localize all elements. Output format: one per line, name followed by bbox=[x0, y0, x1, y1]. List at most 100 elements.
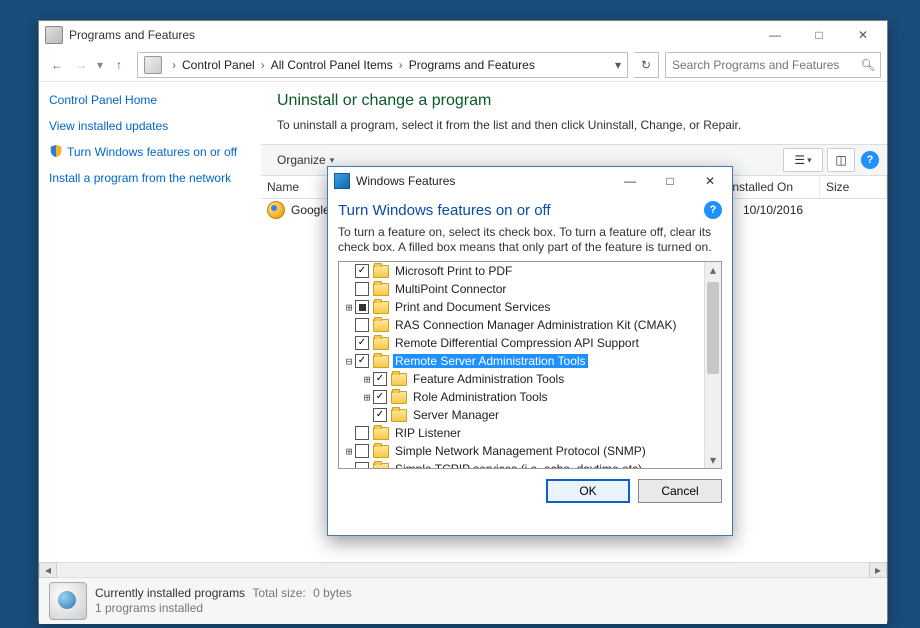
folder-icon bbox=[373, 265, 389, 278]
expand-icon[interactable]: ⊞ bbox=[343, 301, 355, 314]
feature-label: Simple Network Management Protocol (SNMP… bbox=[393, 444, 648, 458]
feature-node[interactable]: ⊞ Feature Administration Tools bbox=[339, 370, 705, 388]
scroll-up-icon[interactable]: ▴ bbox=[705, 262, 721, 278]
feature-label: RIP Listener bbox=[393, 426, 463, 440]
status-total-size-value: 0 bytes bbox=[313, 586, 352, 600]
wf-heading: Turn Windows features on or off bbox=[338, 202, 551, 219]
chevron-right-icon: › bbox=[172, 58, 176, 72]
feature-checkbox[interactable] bbox=[355, 426, 369, 440]
feature-checkbox[interactable] bbox=[355, 354, 369, 368]
column-installed-on[interactable]: Installed On bbox=[723, 176, 820, 198]
close-button[interactable]: ✕ bbox=[841, 21, 885, 49]
feature-node[interactable]: Remote Differential Compression API Supp… bbox=[339, 334, 705, 352]
feature-node[interactable]: Server Manager bbox=[339, 406, 705, 424]
status-bar-icon bbox=[49, 582, 87, 620]
chevron-down-icon: ▾ bbox=[330, 155, 335, 166]
program-installed-on: 10/10/2016 bbox=[743, 203, 827, 217]
feature-node[interactable]: ⊞ Print and Document Services bbox=[339, 298, 705, 316]
maximize-button[interactable]: □ bbox=[797, 21, 841, 49]
feature-checkbox[interactable] bbox=[355, 300, 369, 314]
feature-checkbox[interactable] bbox=[355, 462, 369, 468]
breadcrumb-dropdown-icon[interactable]: ▾ bbox=[615, 58, 621, 72]
chevron-down-icon: ▾ bbox=[807, 155, 812, 166]
feature-node[interactable]: ⊞ Simple Network Management Protocol (SNM… bbox=[339, 442, 705, 460]
expand-icon[interactable]: ⊞ bbox=[361, 391, 373, 404]
sidebar-turn-windows-features[interactable]: Turn Windows features on or off bbox=[67, 144, 237, 160]
search-box[interactable]: 🔍︎ bbox=[665, 52, 881, 78]
breadcrumb-item[interactable]: Programs and Features bbox=[409, 58, 535, 72]
breadcrumb-item[interactable]: Control Panel bbox=[182, 58, 255, 72]
ok-button[interactable]: OK bbox=[546, 479, 630, 503]
feature-label: Remote Differential Compression API Supp… bbox=[393, 336, 641, 350]
column-size[interactable]: Size bbox=[820, 176, 887, 198]
up-button[interactable]: ↑ bbox=[107, 53, 131, 77]
feature-node[interactable]: RIP Listener bbox=[339, 424, 705, 442]
refresh-button[interactable]: ↻ bbox=[634, 52, 659, 78]
folder-icon bbox=[373, 445, 389, 458]
feature-label: Simple TCPIP services (i.e. echo, daytim… bbox=[393, 462, 644, 468]
breadcrumb-icon bbox=[144, 56, 162, 74]
view-options-button[interactable]: ☰ ▾ bbox=[783, 148, 823, 172]
feature-label: Microsoft Print to PDF bbox=[393, 264, 514, 278]
help-icon[interactable]: ? bbox=[861, 151, 879, 169]
chrome-icon bbox=[267, 201, 285, 219]
minimize-button[interactable]: — bbox=[753, 21, 797, 49]
tree-scrollbar[interactable]: ▴ ▾ bbox=[704, 262, 721, 468]
feature-node[interactable]: Simple TCPIP services (i.e. echo, daytim… bbox=[339, 460, 705, 468]
feature-checkbox[interactable] bbox=[373, 390, 387, 404]
wf-maximize-button[interactable]: □ bbox=[650, 168, 690, 194]
sidebar-control-panel-home[interactable]: Control Panel Home bbox=[49, 92, 249, 108]
pf-titlebar[interactable]: Programs and Features — □ ✕ bbox=[39, 21, 887, 49]
folder-icon bbox=[373, 427, 389, 440]
recent-locations-button[interactable]: ▾ bbox=[93, 53, 107, 77]
wf-description: To turn a feature on, select its check b… bbox=[338, 225, 722, 255]
feature-checkbox[interactable] bbox=[373, 372, 387, 386]
scroll-left-icon[interactable]: ◂ bbox=[39, 562, 57, 578]
status-bar: Currently installed programs Total size:… bbox=[39, 577, 887, 624]
feature-checkbox[interactable] bbox=[355, 282, 369, 296]
forward-button[interactable]: → bbox=[69, 53, 93, 77]
feature-node[interactable]: MultiPoint Connector bbox=[339, 280, 705, 298]
expand-icon[interactable]: ⊞ bbox=[343, 445, 355, 458]
feature-checkbox[interactable] bbox=[355, 318, 369, 332]
feature-node[interactable]: ⊟ Remote Server Administration Tools bbox=[339, 352, 705, 370]
status-line1-label: Currently installed programs bbox=[95, 586, 245, 600]
expand-icon[interactable]: ⊞ bbox=[361, 373, 373, 386]
feature-label: Print and Document Services bbox=[393, 300, 552, 314]
sidebar: Control Panel Home View installed update… bbox=[39, 82, 261, 562]
breadcrumb-item[interactable]: All Control Panel Items bbox=[271, 58, 393, 72]
wf-close-button[interactable]: ✕ bbox=[690, 168, 730, 194]
address-bar: ← → ▾ ↑ › Control Panel › All Control Pa… bbox=[39, 49, 887, 81]
page-heading: Uninstall or change a program bbox=[277, 92, 871, 110]
folder-icon bbox=[373, 283, 389, 296]
scrollbar-thumb[interactable] bbox=[707, 282, 719, 374]
feature-label: Role Administration Tools bbox=[411, 390, 550, 404]
breadcrumb[interactable]: › Control Panel › All Control Panel Item… bbox=[137, 52, 628, 78]
scroll-right-icon[interactable]: ▸ bbox=[869, 562, 887, 578]
horizontal-scrollbar[interactable]: ◂ ▸ bbox=[39, 562, 887, 577]
feature-checkbox[interactable] bbox=[355, 444, 369, 458]
scroll-down-icon[interactable]: ▾ bbox=[705, 452, 721, 468]
feature-node[interactable]: RAS Connection Manager Administration Ki… bbox=[339, 316, 705, 334]
help-icon[interactable]: ? bbox=[704, 201, 722, 219]
feature-checkbox[interactable] bbox=[355, 264, 369, 278]
feature-label: Feature Administration Tools bbox=[411, 372, 566, 386]
feature-node[interactable]: ⊞ Role Administration Tools bbox=[339, 388, 705, 406]
collapse-icon[interactable]: ⊟ bbox=[343, 355, 355, 368]
view-list-icon: ☰ bbox=[794, 153, 805, 167]
back-button[interactable]: ← bbox=[45, 53, 69, 77]
search-input[interactable] bbox=[670, 57, 860, 73]
sidebar-install-from-network[interactable]: Install a program from the network bbox=[49, 170, 249, 186]
organize-label: Organize bbox=[277, 153, 326, 167]
pf-app-icon bbox=[45, 26, 63, 44]
feature-label: Remote Server Administration Tools bbox=[393, 354, 588, 368]
preview-pane-button[interactable]: ◫ bbox=[827, 148, 855, 172]
wf-titlebar[interactable]: Windows Features — □ ✕ bbox=[328, 167, 732, 195]
sidebar-view-installed-updates[interactable]: View installed updates bbox=[49, 118, 249, 134]
wf-minimize-button[interactable]: — bbox=[610, 168, 650, 194]
feature-node[interactable]: Microsoft Print to PDF bbox=[339, 262, 705, 280]
cancel-button[interactable]: Cancel bbox=[638, 479, 722, 503]
shield-icon bbox=[49, 144, 63, 158]
feature-checkbox[interactable] bbox=[373, 408, 387, 422]
feature-checkbox[interactable] bbox=[355, 336, 369, 350]
